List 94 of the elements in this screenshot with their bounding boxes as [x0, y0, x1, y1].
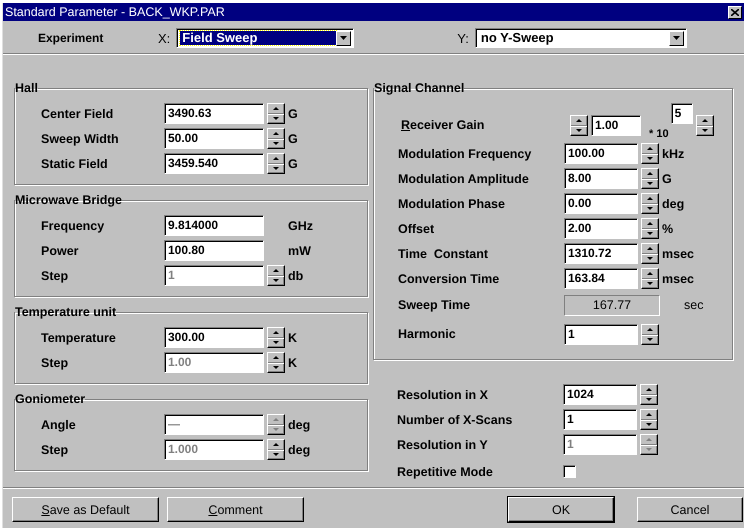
spin-button[interactable]	[641, 243, 659, 264]
experiment-label: Experiment	[38, 31, 104, 45]
dialog-button[interactable]: Save as Default	[12, 497, 159, 522]
group-title: Microwave Bridge	[15, 193, 122, 207]
input-field[interactable]: 163.84	[564, 268, 638, 289]
unit-label: msec	[662, 272, 694, 286]
input-field[interactable]: 1310.72	[564, 243, 638, 264]
spin-button[interactable]	[267, 103, 285, 124]
field-label: Angle	[41, 418, 77, 432]
checkbox[interactable]	[563, 465, 576, 478]
axis-label: Y:	[457, 30, 469, 46]
spin-button[interactable]	[640, 409, 658, 430]
input-field[interactable]: 1.00	[591, 114, 641, 136]
field-label: Modulation Amplitude	[398, 172, 530, 186]
field-label: Step	[41, 442, 70, 456]
caret-icon	[672, 36, 680, 40]
input-field[interactable]: 50.00	[164, 128, 264, 149]
dropdown[interactable]: no Y-Sweep	[474, 28, 687, 48]
spin-button[interactable]	[641, 268, 659, 289]
unit-label: deg	[288, 442, 310, 456]
field-label: Static Field	[41, 156, 109, 170]
field-label: Repetitive Mode	[397, 464, 494, 478]
unit-label: mW	[288, 244, 311, 258]
input-field[interactable]: 0.00	[564, 193, 638, 214]
spin-button[interactable]	[641, 143, 659, 164]
group-title: Temperature unit	[15, 305, 116, 319]
group-title: Goniometer	[15, 392, 86, 406]
field-label: Temperature	[41, 330, 117, 344]
spin-button[interactable]	[641, 168, 659, 189]
close-icon	[731, 8, 739, 16]
unit-label: deg	[662, 196, 684, 210]
group-title: Hall	[15, 81, 38, 95]
field-label: Offset	[398, 222, 436, 236]
field-label: Sweep Width	[41, 132, 120, 146]
input-field[interactable]: 3490.63	[164, 103, 264, 124]
field-label: Resolution in Y	[397, 438, 489, 452]
field-label: Modulation Phase	[398, 196, 506, 210]
input-field[interactable]: 9.814000	[164, 215, 264, 236]
window-title: Standard Parameter - BACK_WKP.PAR	[5, 5, 226, 19]
spin-button[interactable]	[267, 327, 285, 348]
unit-label: %	[662, 222, 674, 236]
caret-icon	[340, 36, 348, 40]
field-label: Modulation Frequency	[398, 146, 532, 160]
input-field[interactable]: 2.00	[564, 218, 638, 239]
field-label: Center Field	[41, 106, 114, 120]
readout-field: 167.77	[564, 294, 660, 316]
group-title: Signal Channel	[374, 81, 464, 95]
field-label: Step	[41, 268, 70, 282]
field-label: Power	[41, 244, 80, 258]
axis-label: X:	[158, 30, 170, 46]
multiplier-label: * 10	[649, 128, 669, 140]
spin-button[interactable]	[641, 324, 659, 344]
spin-button[interactable]	[267, 153, 285, 174]
unit-label: G	[288, 106, 298, 120]
input-field[interactable]: 1	[564, 324, 638, 344]
dropdown[interactable]: Field Sweep	[176, 28, 354, 48]
spin-button[interactable]	[570, 114, 588, 136]
spin-button[interactable]	[641, 193, 659, 214]
input-field[interactable]: 8.00	[564, 168, 638, 189]
dialog-button[interactable]: Comment	[167, 497, 304, 522]
input-field[interactable]: 3459.540	[164, 153, 264, 174]
spin-button[interactable]	[267, 128, 285, 149]
spin-button[interactable]	[640, 384, 658, 405]
close-button[interactable]	[728, 6, 742, 18]
field-label: Number of X-Scans	[397, 412, 514, 426]
input-field[interactable]: 1	[563, 409, 637, 430]
field-label: Receiver Gain	[401, 118, 486, 132]
unit-label: G	[288, 156, 298, 170]
unit-label: G	[662, 172, 672, 186]
input-field[interactable]: 100.00	[564, 143, 638, 164]
input-field[interactable]: 300.00	[164, 327, 264, 348]
dialog-button[interactable]: Cancel	[637, 497, 743, 522]
field-label: Frequency	[41, 218, 106, 232]
unit-label: K	[288, 330, 298, 344]
field-label: Step	[41, 356, 70, 370]
field-label: Harmonic	[398, 327, 457, 341]
unit-label: K	[288, 356, 298, 370]
unit-label: sec	[684, 298, 704, 312]
unit-label: kHz	[662, 146, 684, 160]
field-label: Time Constant	[398, 246, 490, 260]
exponent-field[interactable]: 5	[670, 103, 693, 124]
dialog-button[interactable]: OK	[508, 497, 614, 522]
unit-label: db	[288, 268, 304, 282]
input-field[interactable]: 1024	[563, 384, 637, 405]
unit-label: msec	[662, 246, 694, 260]
unit-label: G	[288, 132, 298, 146]
unit-label: deg	[288, 418, 310, 432]
field-label: Resolution in X	[397, 388, 489, 402]
field-label: Sweep Time	[398, 298, 472, 312]
field-label: Conversion Time	[398, 272, 500, 286]
spin-button[interactable]	[641, 218, 659, 239]
input-field[interactable]: 100.80	[164, 240, 264, 261]
unit-label: GHz	[288, 218, 313, 232]
spin-button[interactable]	[696, 114, 714, 136]
